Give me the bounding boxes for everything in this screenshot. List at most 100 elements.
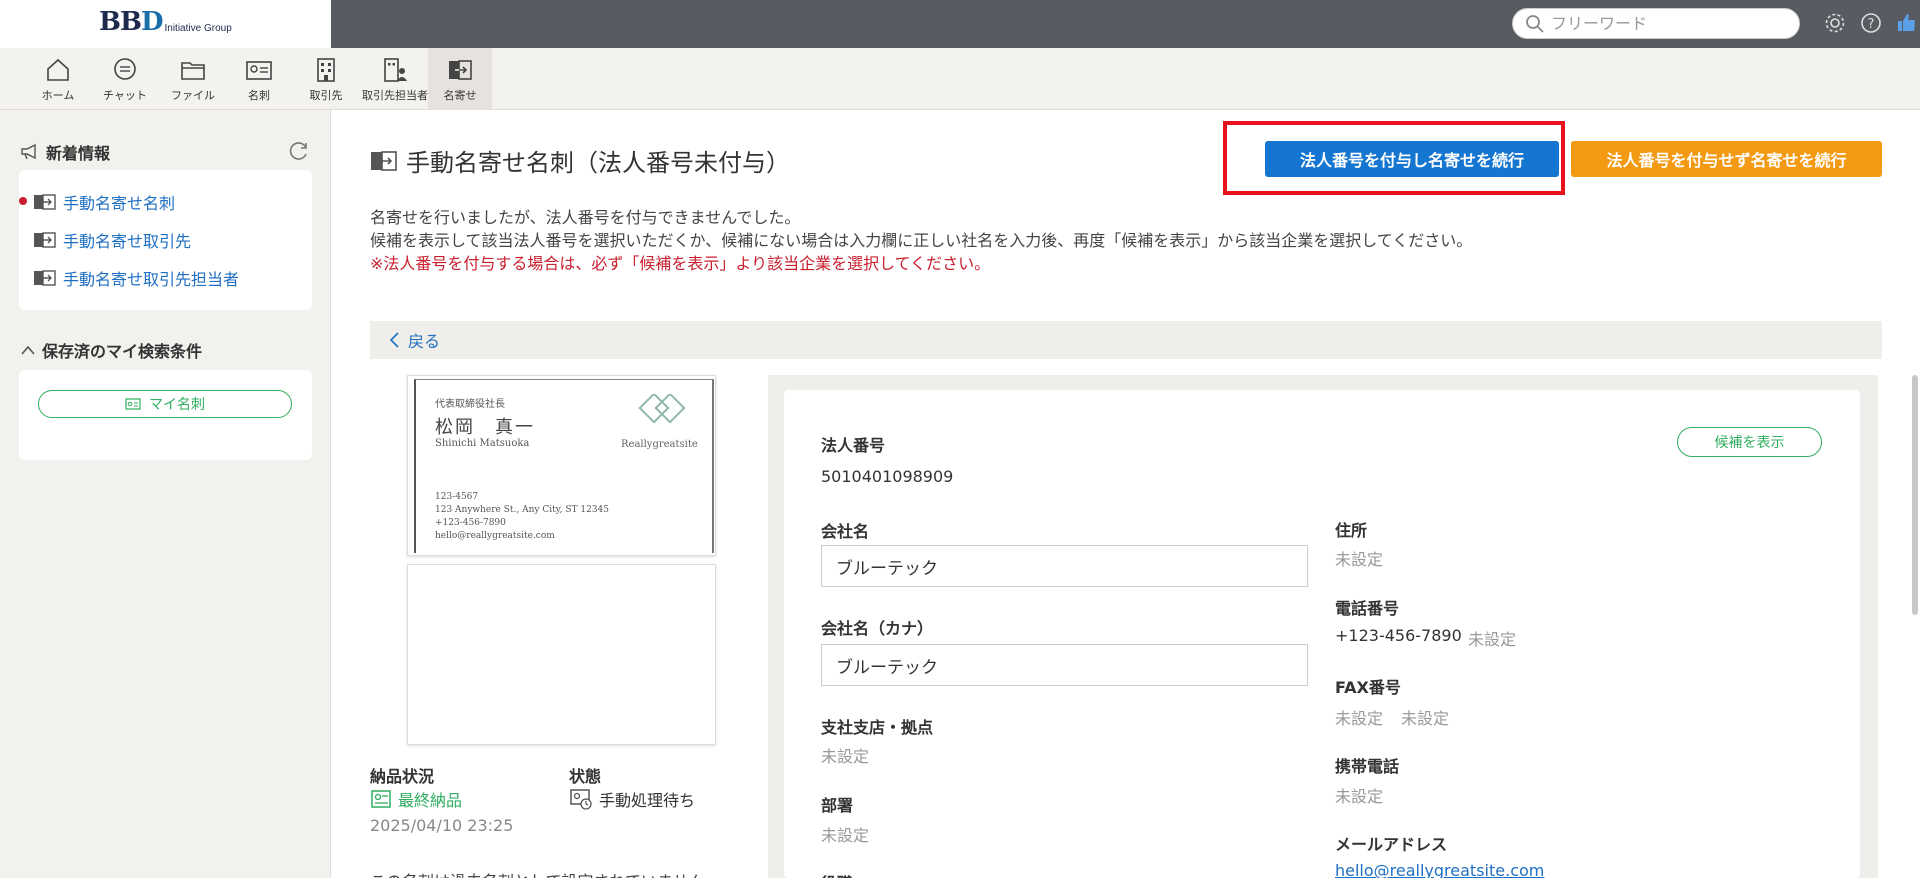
past-card-note: この名刺は過去名刺として設定されていません (370, 868, 705, 878)
news-item-manual-client[interactable]: 手動名寄せ取引先 (33, 228, 191, 252)
saved-search-heading[interactable]: 保存済のマイ検索条件 (20, 338, 202, 362)
logo-mark-b: D (140, 7, 164, 37)
svg-text:?: ? (1868, 17, 1875, 32)
nav-file[interactable]: ファイル (168, 48, 218, 110)
search-input[interactable] (1551, 14, 1781, 33)
phone-extension-value: 未設定 (1468, 630, 1517, 649)
news-heading: 新着情報 (20, 140, 110, 164)
nav-name-merge[interactable]: 名寄せ (428, 48, 492, 110)
nav-chat[interactable]: チャット (100, 48, 150, 110)
delivered-card-icon (371, 790, 391, 808)
brand-logo[interactable]: BBD Initiative Group (99, 8, 232, 36)
card-line: hello@reallygreatsite.com (435, 531, 555, 541)
company-name-label: 会社名 (821, 522, 870, 541)
news-item-manual-contact[interactable]: 手動名寄せ取引先担当者 (33, 266, 239, 290)
logo-area: BBD Initiative Group (0, 0, 331, 48)
sidebar: 新着情報 手動名寄せ名刺 手動名寄せ取引先 手動名寄せ取引先担当者 保存済のマイ… (0, 110, 331, 878)
business-card-back-image[interactable] (407, 564, 716, 745)
page-title: 手動名寄せ名刺（法人番号未付与） (370, 143, 790, 178)
fax-label: FAX番号 (1335, 678, 1401, 697)
search-box[interactable] (1512, 8, 1800, 39)
address-value: 未設定 (1335, 550, 1384, 569)
back-link[interactable]: 戻る (408, 328, 440, 352)
address-label: 住所 (1335, 521, 1368, 540)
my-card-label: マイ名刺 (149, 397, 205, 413)
nav-label: 取引先 (309, 89, 343, 102)
merge-icon (449, 60, 472, 80)
mobile-value: 未設定 (1335, 787, 1384, 806)
saved-search-title: 保存済のマイ検索条件 (42, 342, 203, 361)
nav-client-contacts[interactable]: 取引先担当者 (358, 48, 432, 110)
scrollbar-thumb[interactable] (1912, 375, 1918, 615)
back-bar: 戻る (370, 321, 1882, 359)
merge-icon (34, 232, 56, 248)
chevron-left-icon (389, 332, 399, 348)
page-title-text: 手動名寄せ名刺（法人番号未付与） (406, 149, 790, 177)
continue-without-corp-number-button[interactable]: 法人番号を付与せず名寄せを続行 (1571, 141, 1882, 177)
company-name-input[interactable] (821, 545, 1308, 587)
business-card-icon (125, 398, 141, 410)
card-company: Reallygreatsite (621, 439, 698, 450)
logo-subtitle: Initiative Group (164, 23, 232, 34)
unread-dot (19, 197, 27, 205)
building-icon (317, 58, 335, 82)
chevron-up-icon (21, 345, 35, 355)
corp-number-label: 法人番号 (821, 436, 886, 455)
top-icons: ? (1822, 10, 1920, 36)
nav-label: 取引先担当者 (362, 89, 428, 102)
thumbs-up-icon[interactable] (1894, 10, 1920, 36)
refresh-icon[interactable] (288, 140, 310, 162)
business-card-front-image[interactable]: 代表取締役社長 松岡 真一 Shinichi Matsuoka Reallygr… (407, 375, 716, 556)
pending-card-icon (570, 789, 592, 810)
help-icon[interactable]: ? (1858, 10, 1884, 36)
main-nav: ホーム チャット ファイル 名刺 取引先 取引先担当者 名寄せ (0, 48, 1920, 110)
state-status-value: 手動処理待ち (599, 791, 696, 810)
search-icon (1526, 14, 1544, 33)
department-label: 部署 (821, 796, 854, 815)
nav-label: ホーム (41, 89, 75, 102)
card-line: 123 Anywhere St., Any City, ST 12345 (435, 505, 609, 515)
merge-icon (34, 194, 56, 210)
logo-mark-a: BB (99, 7, 142, 37)
business-card-icon (246, 61, 272, 80)
nav-clients[interactable]: 取引先 (308, 48, 344, 110)
card-name: 松岡 真一 (435, 417, 535, 438)
news-item-manual-card[interactable]: 手動名寄せ名刺 (19, 190, 176, 214)
corp-number-value: 5010401098909 (821, 467, 954, 486)
my-card-button[interactable]: マイ名刺 (38, 390, 292, 418)
nav-home[interactable]: ホーム (37, 48, 79, 110)
gear-icon[interactable] (1822, 10, 1848, 36)
fax-extension-value: 未設定 (1401, 709, 1450, 728)
state-label: 状態 (569, 767, 602, 786)
fax-value: 未設定 (1335, 709, 1384, 728)
card-line: 123-4567 (435, 492, 479, 502)
folder-icon (181, 62, 205, 80)
company-kana-input[interactable] (821, 644, 1308, 686)
news-item-label: 手動名寄せ名刺 (63, 194, 176, 213)
nav-label: 名寄せ (443, 89, 477, 102)
email-link[interactable]: hello@reallygreatsite.com (1335, 861, 1544, 878)
company-logo-icon (638, 394, 686, 424)
description-line-2: 候補を表示して該当法人番号を選択いただくか、候補にない場合は入力欄に正しい社名を… (370, 231, 1473, 250)
top-bar: BBD Initiative Group ? (0, 0, 1920, 48)
warning-text: ※法人番号を付与する場合は、必ず「候補を表示」より該当企業を選択してください。 (370, 254, 991, 273)
branch-label: 支社支店・拠点 (821, 718, 934, 737)
delivery-status-value: 最終納品 (398, 791, 463, 810)
delivery-status: 最終納品 (370, 787, 462, 811)
nav-business-card[interactable]: 名刺 (243, 48, 275, 110)
merge-icon (371, 150, 397, 171)
card-roman-name: Shinichi Matsuoka (435, 438, 530, 449)
phone-value: +123-456-7890 (1335, 626, 1462, 645)
nav-label: 名刺 (248, 89, 270, 102)
merge-icon (34, 270, 56, 286)
card-line: +123-456-7890 (435, 518, 506, 528)
home-icon (47, 58, 69, 81)
nav-label: ファイル (171, 89, 215, 102)
show-candidates-button[interactable]: 候補を表示 (1677, 427, 1822, 457)
position-label: 役職 (821, 870, 853, 878)
continue-with-corp-number-button[interactable]: 法人番号を付与し名寄せを続行 (1265, 141, 1559, 177)
card-title: 代表取締役社長 (435, 399, 505, 410)
nav-label: チャット (103, 89, 147, 102)
news-item-label: 手動名寄せ取引先担当者 (63, 270, 240, 289)
mobile-label: 携帯電話 (1335, 757, 1400, 776)
